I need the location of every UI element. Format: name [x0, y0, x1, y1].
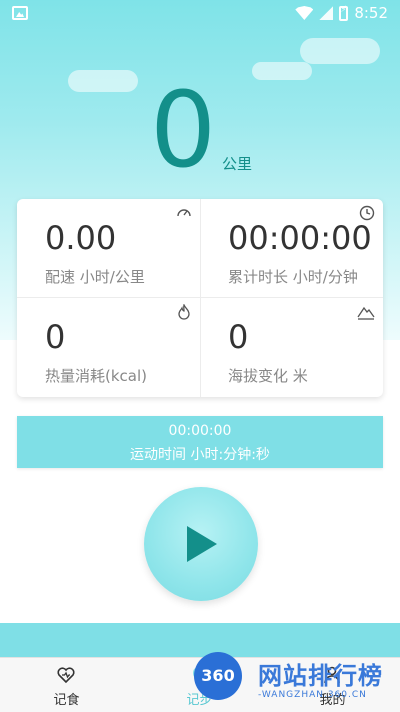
battery-charging-icon [339, 5, 349, 21]
distance-unit: 公里 [222, 155, 253, 173]
altitude-label: 海拔变化 米 [228, 367, 308, 385]
altitude-cell: 0 海拔变化 米 [200, 298, 383, 397]
play-icon [187, 526, 217, 562]
start-button[interactable] [144, 487, 258, 601]
calories-label: 热量消耗(kcal) [45, 367, 147, 385]
watermark: 360 网站排行榜 -WANGZHAN.360.CN [188, 650, 400, 711]
exercise-time-label: 运动时间 小时:分钟:秒 [130, 447, 270, 463]
cloud-decoration [300, 38, 380, 64]
calories-value: 0 [45, 318, 66, 356]
wifi-icon [295, 6, 314, 20]
exercise-time-bar: 00:00:00 运动时间 小时:分钟:秒 [17, 416, 383, 468]
pace-cell: 0.00 配速 小时/公里 [17, 199, 200, 298]
watermark-title: 网站排行榜 [258, 662, 383, 690]
stats-card: 0.00 配速 小时/公里 00:00:00 累计时长 小时/分钟 0 热量消耗… [17, 199, 383, 397]
distance-value: 0 [150, 69, 217, 191]
signal-icon [319, 6, 334, 20]
cloud-decoration [252, 62, 312, 80]
gallery-icon [12, 6, 28, 20]
status-bar: 8:52 [0, 0, 400, 28]
altitude-value: 0 [228, 318, 249, 356]
status-time: 8:52 [354, 4, 388, 22]
duration-cell: 00:00:00 累计时长 小时/分钟 [200, 199, 383, 298]
clock-icon [359, 205, 375, 221]
watermark-logo: 360 [194, 652, 242, 700]
tab-label: 记食 [53, 693, 80, 708]
tab-food[interactable]: 记食 [0, 658, 133, 712]
heart-icon [57, 667, 75, 684]
exercise-time-value: 00:00:00 [168, 423, 232, 439]
calories-cell: 0 热量消耗(kcal) [17, 298, 200, 397]
watermark-subtitle: -WANGZHAN.360.CN [258, 690, 367, 700]
flame-icon [178, 304, 190, 320]
duration-label: 累计时长 小时/分钟 [228, 268, 358, 286]
cloud-decoration [68, 70, 138, 92]
pace-label: 配速 小时/公里 [45, 268, 145, 286]
pace-value: 0.00 [45, 219, 117, 257]
duration-value: 00:00:00 [228, 219, 372, 257]
speedometer-icon [177, 209, 191, 217]
mountain-icon [357, 306, 375, 320]
